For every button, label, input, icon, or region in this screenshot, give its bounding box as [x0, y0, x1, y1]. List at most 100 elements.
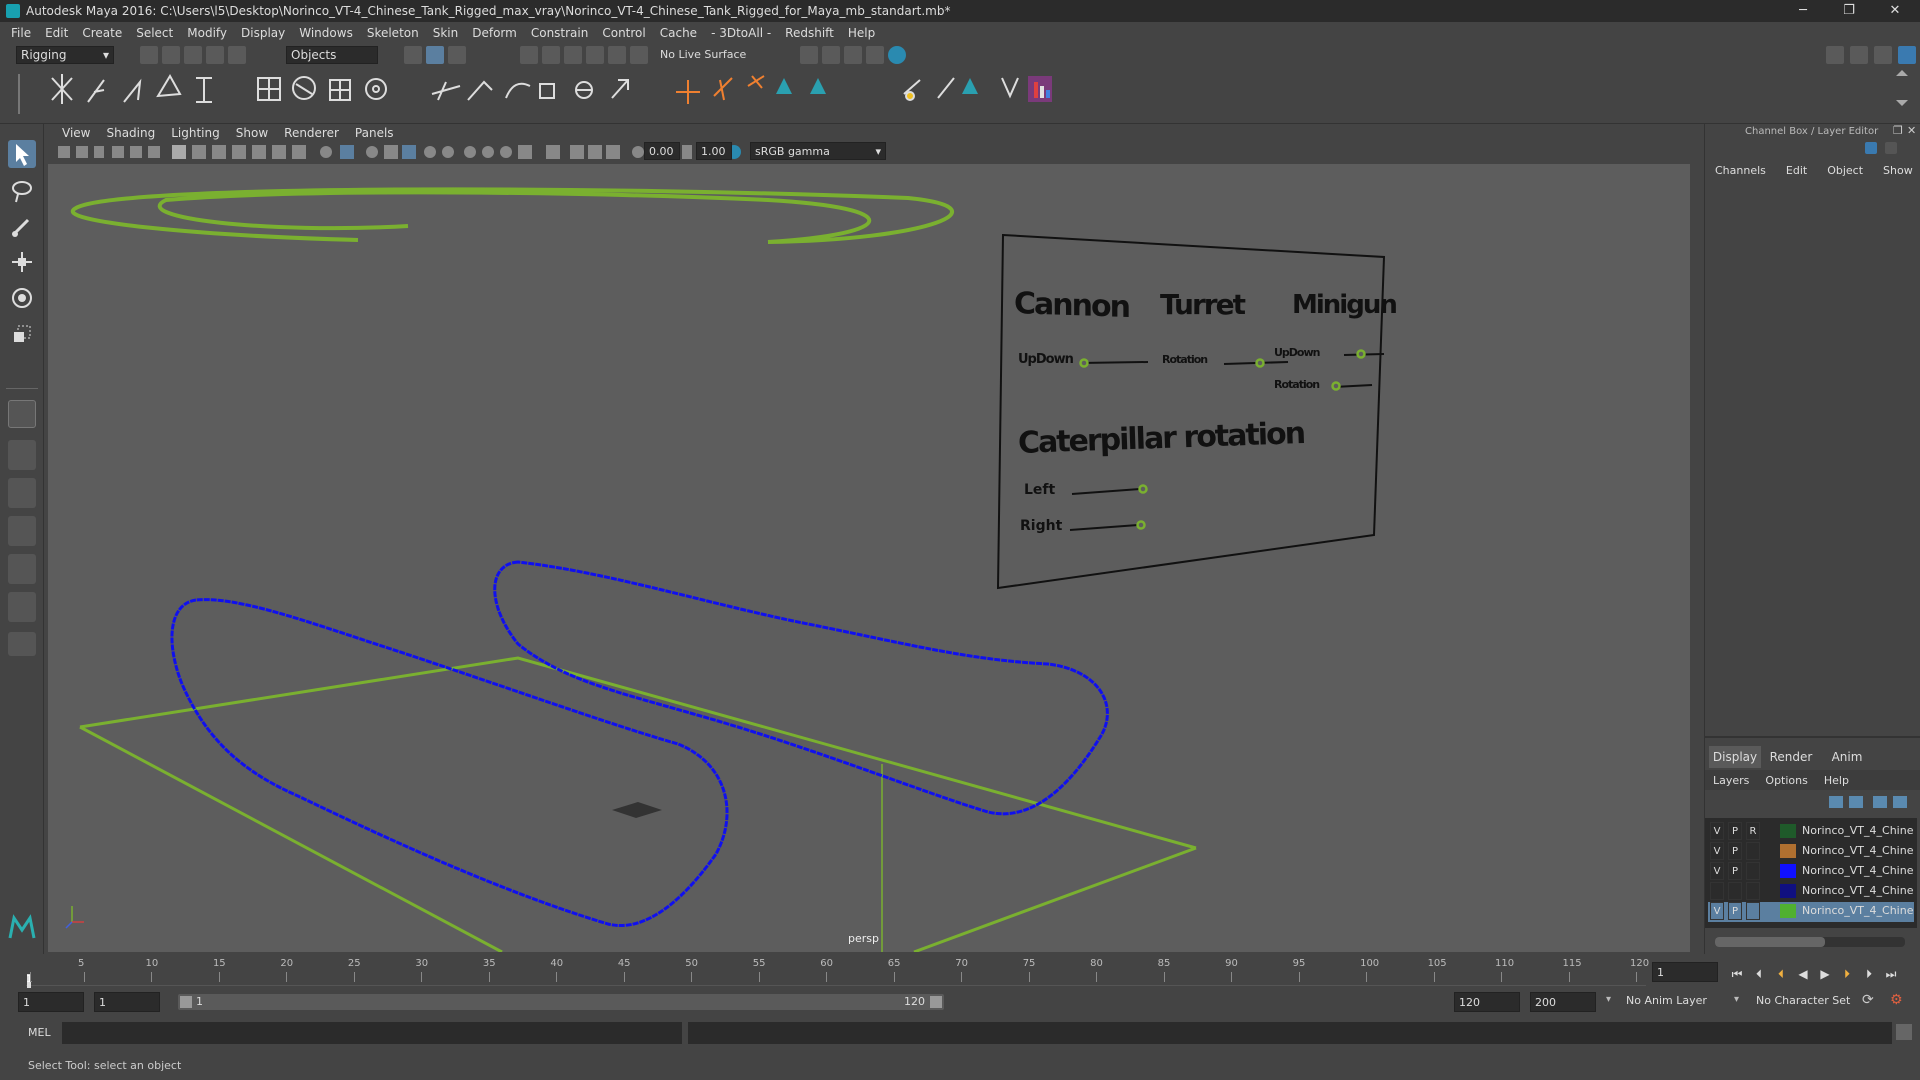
tab-render[interactable]: Render	[1765, 746, 1817, 768]
range-start-handle[interactable]	[180, 996, 192, 1008]
snap-surface-icon[interactable]	[608, 46, 626, 64]
textured-icon[interactable]	[384, 145, 398, 159]
cluster-icon[interactable]	[365, 78, 387, 100]
lattice-icon[interactable]	[329, 79, 351, 101]
attribute-editor-icon[interactable]	[1850, 46, 1868, 64]
animation-start-field[interactable]: 1	[18, 992, 84, 1012]
joint-tool-icon[interactable]	[51, 74, 73, 104]
backface-culling-icon[interactable]	[606, 145, 620, 159]
step-forward-frame-icon[interactable]: ⏵	[1860, 965, 1878, 983]
camera-attributes-icon[interactable]	[76, 146, 88, 158]
xray-icon[interactable]	[402, 145, 416, 159]
menu-edit[interactable]: Edit	[45, 26, 68, 40]
persp-graph-layout-icon[interactable]	[8, 516, 36, 546]
channel-menu-show[interactable]: Show	[1883, 164, 1913, 177]
menu-constrain[interactable]: Constrain	[531, 26, 589, 40]
point-constraint-icon[interactable]	[467, 80, 493, 101]
resolution-gate-icon[interactable]	[212, 145, 226, 159]
step-back-key-icon[interactable]: ⏴	[1772, 965, 1790, 983]
layer-menu-layers[interactable]: Layers	[1713, 774, 1749, 787]
rotate-tool-icon[interactable]	[8, 284, 36, 312]
chevron-down-icon[interactable]: ▾	[1734, 994, 1739, 1005]
depth-of-field-icon[interactable]	[518, 145, 532, 159]
single-view-layout-icon[interactable]	[8, 400, 36, 428]
menu-display[interactable]: Display	[241, 26, 285, 40]
select-camera-icon[interactable]	[58, 146, 70, 158]
snap-curve-icon[interactable]	[542, 46, 560, 64]
menu-skin[interactable]: Skin	[433, 26, 459, 40]
caterpillar-right-slider-knob[interactable]	[1136, 520, 1146, 530]
menu-select[interactable]: Select	[136, 26, 173, 40]
paint-select-icon[interactable]	[8, 212, 36, 240]
render-frame-icon[interactable]	[822, 46, 840, 64]
ik-spline-icon[interactable]	[123, 78, 142, 103]
create-curve-icon[interactable]	[713, 77, 733, 101]
layer-color-swatch[interactable]	[1780, 904, 1796, 918]
smooth-skin-icon[interactable]	[292, 76, 316, 100]
locator-icon[interactable]	[676, 80, 700, 104]
time-slider-track[interactable]	[26, 958, 1646, 986]
panel-splitter[interactable]	[1705, 736, 1920, 738]
tool-settings-icon[interactable]	[1874, 46, 1892, 64]
orient-constraint-icon[interactable]	[505, 82, 531, 99]
insert-joint-icon[interactable]	[156, 74, 182, 98]
channel-menu-edit[interactable]: Edit	[1786, 164, 1807, 177]
snap-view-icon[interactable]	[586, 46, 604, 64]
gamma-field[interactable]: 1.00	[696, 142, 732, 160]
float-panel-icon[interactable]: ❐	[1893, 124, 1903, 137]
right-track-control[interactable]	[493, 560, 1109, 816]
aim-constraint-icon[interactable]	[575, 81, 593, 99]
channel-menu-channels[interactable]: Channels	[1715, 164, 1766, 177]
image-plane-icon[interactable]	[112, 146, 124, 158]
cannon-updown-slider-track[interactable]	[1079, 361, 1149, 364]
wireframe-icon[interactable]	[320, 146, 332, 158]
v-tool-icon[interactable]	[1001, 77, 1019, 99]
pole-vector-icon[interactable]	[611, 79, 629, 99]
hypershade-layout-icon[interactable]	[8, 554, 36, 584]
shadows-icon[interactable]	[442, 146, 454, 158]
smooth-shade-icon[interactable]	[340, 145, 354, 159]
select-hierarchy-icon[interactable]	[404, 46, 422, 64]
menu-set-dropdown[interactable]: Rigging ▾	[16, 46, 114, 64]
chevron-down-icon[interactable]: ▾	[1606, 994, 1611, 1005]
layer-color-swatch[interactable]	[1780, 844, 1796, 858]
grease-pencil-icon[interactable]	[148, 146, 160, 158]
layer-playback-toggle[interactable]	[1728, 882, 1742, 900]
turret-rotation-slider-knob[interactable]	[1255, 358, 1265, 368]
modeling-toolkit-icon[interactable]	[1826, 46, 1844, 64]
channel-box-toggle-icon[interactable]	[1865, 142, 1877, 154]
move-layer-down-icon[interactable]	[1849, 796, 1863, 808]
new-scene-icon[interactable]	[140, 46, 158, 64]
step-forward-key-icon[interactable]: ⏵	[1838, 965, 1856, 983]
move-layer-up-icon[interactable]	[1829, 796, 1843, 808]
ipr-render-icon[interactable]	[844, 46, 862, 64]
close-panel-icon[interactable]: ✕	[1907, 124, 1916, 137]
four-view-layout-icon[interactable]	[8, 440, 36, 470]
layer-reference-toggle[interactable]	[1746, 902, 1760, 920]
minimize-button[interactable]: ─	[1780, 0, 1826, 22]
menu-windows[interactable]: Windows	[299, 26, 353, 40]
bookmark-icon[interactable]	[94, 146, 104, 158]
ssao-icon[interactable]	[464, 146, 476, 158]
new-layer-selected-icon[interactable]	[1893, 796, 1907, 808]
layer-row[interactable]: V P Norinco_VT_4_Chinese	[1708, 842, 1914, 862]
layer-row[interactable]: Norinco_VT_4_Chinese	[1708, 882, 1914, 902]
maya-home-logo-icon[interactable]	[8, 914, 36, 942]
current-time-field[interactable]: 1	[1652, 962, 1718, 982]
panel-menu-show[interactable]: Show	[236, 126, 268, 140]
layer-color-swatch[interactable]	[1780, 884, 1796, 898]
auto-key-icon[interactable]: ⟳	[1862, 992, 1874, 1008]
playback-end-field[interactable]: 120	[1454, 992, 1520, 1012]
safe-title-icon[interactable]	[292, 145, 306, 159]
layer-playback-toggle[interactable]: P	[1728, 902, 1742, 920]
go-to-start-icon[interactable]: ⏮	[1728, 965, 1746, 983]
menu-cache[interactable]: Cache	[660, 26, 697, 40]
panel-menu-shading[interactable]: Shading	[106, 126, 155, 140]
layer-reference-toggle[interactable]	[1746, 862, 1760, 880]
left-track-control[interactable]	[170, 598, 729, 927]
step-back-frame-icon[interactable]: ⏴	[1750, 965, 1768, 983]
layer-row[interactable]: V P Norinco_VT_4_Chinese	[1708, 862, 1914, 882]
default-material-icon[interactable]	[366, 146, 378, 158]
select-component-icon[interactable]	[448, 46, 466, 64]
layer-playback-toggle[interactable]: P	[1728, 822, 1742, 840]
